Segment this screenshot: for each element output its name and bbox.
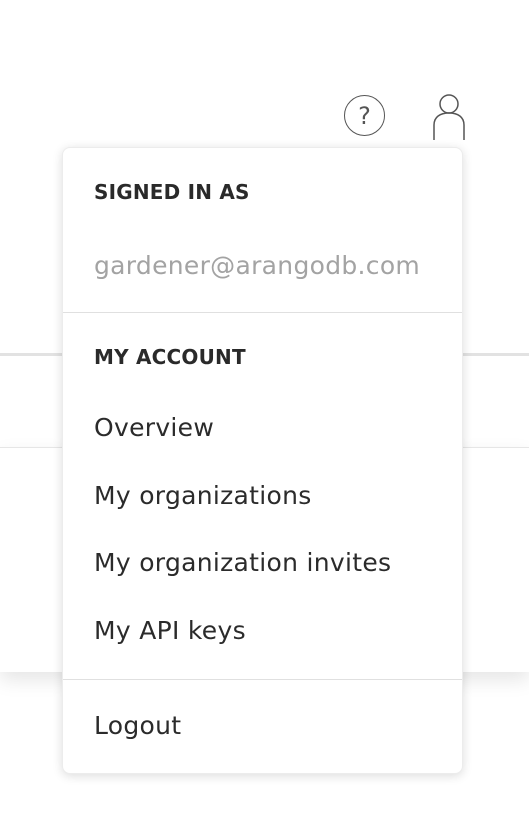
menu-item-overview[interactable]: Overview — [94, 413, 214, 442]
signed-in-heading: SIGNED IN AS — [94, 180, 250, 204]
my-account-heading: MY ACCOUNT — [94, 345, 246, 369]
menu-item-my-organizations[interactable]: My organizations — [94, 481, 312, 510]
signed-in-email: gardener@arangodb.com — [94, 251, 421, 280]
user-dropdown-menu: SIGNED IN AS gardener@arangodb.com MY AC… — [62, 147, 463, 774]
menu-divider — [63, 312, 462, 313]
help-icon[interactable]: ? — [344, 95, 385, 136]
page: ? SIGNED IN AS gardener@arangodb.com MY … — [0, 0, 529, 834]
user-silhouette-icon — [433, 94, 465, 140]
user-icon[interactable] — [431, 93, 467, 141]
menu-item-my-organization-invites[interactable]: My organization invites — [94, 548, 391, 577]
menu-item-my-api-keys[interactable]: My API keys — [94, 616, 246, 645]
help-glyph: ? — [358, 101, 371, 130]
logout-button[interactable]: Logout — [94, 711, 181, 740]
menu-divider — [63, 679, 462, 680]
